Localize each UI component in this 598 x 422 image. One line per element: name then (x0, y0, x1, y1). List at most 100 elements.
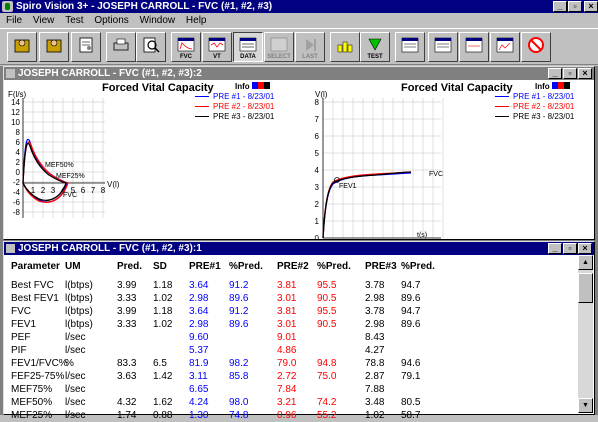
table-row[interactable]: MEF75% l/sec 6.65 7.84 7.88 (5, 383, 565, 396)
fvc-annotation: FVC (63, 192, 77, 199)
stop-button[interactable] (521, 32, 551, 62)
flow-volume-ytick: 10 (11, 118, 20, 127)
fev1-annotation: FEV1 (339, 183, 357, 190)
app-title-bar: Spiro Vision 3+ - JOSEPH CARROLL - FVC (… (0, 0, 598, 13)
table-cell: 4.32 (117, 397, 137, 408)
table-cell: 1.42 (153, 371, 173, 382)
menu-file[interactable]: File (6, 15, 22, 26)
data-window-icon[interactable] (6, 244, 15, 253)
minimize-button[interactable]: _ (553, 1, 567, 12)
table-row[interactable]: Best FVC l(btps) 3.99 1.18 3.64 91.2 3.81 95.5 3… (5, 279, 565, 292)
table-row[interactable]: MEF50% l/sec 4.32 1.62 4.24 98.0 3.21 74.2 3.48 8… (5, 396, 565, 409)
test-button[interactable]: TEST (360, 32, 390, 62)
table-row[interactable]: PIF l/sec 5.37 4.86 4.27 (5, 344, 565, 357)
table-row[interactable]: MEF25% l/sec 1.74 0.88 1.30 74.8 0.96 55.2 1.02 5… (5, 409, 565, 422)
data-maximize-button[interactable]: ▫ (563, 243, 577, 254)
table-cell: Best FEV1 (11, 293, 59, 304)
print-button[interactable] (106, 32, 136, 62)
graph-minimize-button[interactable]: _ (548, 68, 562, 79)
table-cell: 2.98 (365, 293, 385, 304)
table-cell: l(btps) (65, 319, 93, 330)
select-button[interactable]: SELECT (264, 32, 294, 62)
time-axis-label: t(s) (417, 232, 427, 239)
table-cell: 80.5 (401, 397, 421, 408)
patient-edit-button[interactable] (71, 32, 101, 62)
menu-options[interactable]: Options (94, 15, 128, 26)
flow-volume-ytick: 4 (16, 148, 21, 157)
scroll-down-button[interactable]: ▼ (578, 398, 593, 413)
cascade-button[interactable] (428, 32, 458, 62)
mdi-workspace: JOSEPH CARROLL - FVC (#1, #2, #3):2 _ ▫ … (0, 66, 598, 421)
graph-button[interactable] (459, 32, 489, 62)
table-cell: PIF (11, 345, 27, 356)
table-cell: 6.65 (189, 384, 209, 395)
data-button[interactable]: DATA (233, 32, 263, 62)
table-cell: l(btps) (65, 280, 93, 291)
menu-help[interactable]: Help (186, 15, 207, 26)
app-title: Spiro Vision 3+ - JOSEPH CARROLL - FVC (… (16, 1, 273, 12)
table-cell: 78.8 (365, 358, 385, 369)
table-row[interactable]: FEV1 l(btps) 3.33 1.02 2.98 89.6 3.01 90.5 2.98 8… (5, 318, 565, 331)
vertical-scrollbar[interactable]: ▲ ▼ (578, 255, 593, 413)
table-row[interactable]: PEF l/sec 9.60 9.01 8.43 (5, 331, 565, 344)
maximize-button[interactable]: ▫ (568, 1, 582, 12)
data-close-button[interactable]: × (578, 243, 592, 254)
menu-window[interactable]: Window (140, 15, 176, 26)
graph-close-button[interactable]: × (578, 68, 592, 79)
menu-view[interactable]: View (33, 15, 55, 26)
table-cell: l/sec (65, 332, 86, 343)
flow-volume-ytick: 14 (11, 98, 20, 107)
vt-fvc-annotation: FVC (429, 171, 443, 178)
fvc-graph-icon (177, 37, 195, 52)
table-cell: 2.87 (365, 371, 385, 382)
volume-time-ytick: 4 (315, 166, 320, 175)
table-cell: 3.21 (277, 397, 297, 408)
mef25-annotation: MEF25% (56, 173, 85, 180)
patient-file-icon (46, 39, 62, 53)
preview-button[interactable] (136, 32, 166, 62)
close-button[interactable]: × (584, 1, 598, 12)
table-row[interactable]: FVC l(btps) 3.99 1.18 3.64 91.2 3.81 95.5 3.78 94… (5, 305, 565, 318)
table-row[interactable]: FEF25-75% l/sec 3.63 1.42 3.11 85.8 2.72 75.0 2.… (5, 370, 565, 383)
vt-label: VT (213, 54, 221, 60)
graph-window: JOSEPH CARROLL - FVC (#1, #2, #3):2 _ ▫ … (3, 66, 595, 240)
table-cell: 94.8 (317, 358, 337, 369)
table-cell: 3.99 (117, 306, 137, 317)
patient-open-button[interactable] (7, 32, 37, 62)
flow-volume-ytick: 2 (16, 158, 21, 167)
table-row[interactable]: FEV1/FVC%% 83.3 6.5 81.9 98.2 79.0 94.8 78.8 94.… (5, 357, 565, 370)
last-button[interactable]: LAST (295, 32, 325, 62)
tile-button[interactable] (395, 32, 425, 62)
table-cell: 2.72 (277, 371, 297, 382)
table-cell: MEF75% (11, 384, 53, 395)
table-cell: 9.01 (277, 332, 297, 343)
patient-save-button[interactable] (39, 32, 69, 62)
table-cell: 3.78 (365, 306, 385, 317)
scroll-up-button[interactable]: ▲ (578, 255, 593, 270)
vt-button[interactable]: VT (202, 32, 232, 62)
report-button[interactable] (490, 32, 520, 62)
table-cell: 3.01 (277, 319, 297, 330)
table-cell: 2.98 (189, 319, 209, 330)
table-cell: 3.33 (117, 293, 137, 304)
graph-window-icon[interactable] (6, 69, 15, 78)
data-minimize-button[interactable]: _ (548, 243, 562, 254)
calibrate-button[interactable] (330, 32, 360, 62)
volume-time-ytick: 7 (315, 115, 320, 124)
patient-card-icon (79, 37, 93, 53)
spiro-app-icon[interactable] (2, 1, 13, 12)
scroll-thumb[interactable] (578, 273, 593, 303)
table-cell: 3.48 (365, 397, 385, 408)
table-cell: 3.78 (365, 280, 385, 291)
data-label: DATA (240, 54, 256, 60)
table-row[interactable]: Best FEV1 l(btps) 3.33 1.02 2.98 89.6 3.01 90.5… (5, 292, 565, 305)
table-cell: 55.2 (317, 410, 337, 421)
table-cell: 90.5 (317, 319, 337, 330)
table-cell: 74.2 (317, 397, 337, 408)
flow-volume-ytick: 6 (16, 138, 21, 147)
graph-maximize-button[interactable]: ▫ (563, 68, 577, 79)
menu-test[interactable]: Test (65, 15, 83, 26)
table-cell: 2.98 (365, 319, 385, 330)
table-cell: 94.6 (401, 358, 421, 369)
fvc-button[interactable]: FVC (171, 32, 201, 62)
